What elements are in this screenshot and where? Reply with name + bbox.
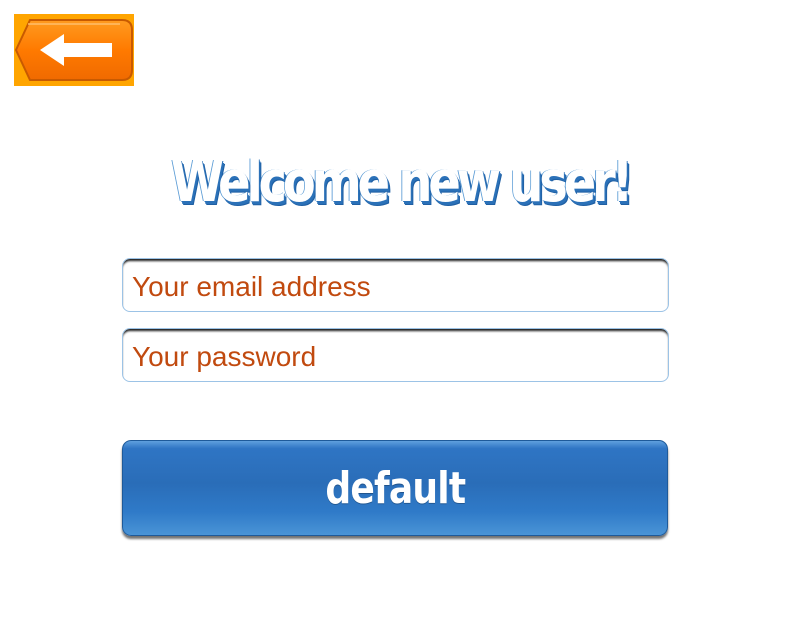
default-button[interactable]: default — [122, 440, 668, 536]
signup-screen: Welcome new user! default — [0, 0, 801, 619]
password-field[interactable] — [122, 328, 669, 382]
password-input[interactable] — [123, 329, 668, 381]
default-button-label: default — [325, 462, 466, 514]
page-title: Welcome new user! — [170, 150, 634, 215]
left-arrow-icon — [14, 19, 133, 81]
back-button[interactable] — [14, 14, 134, 86]
email-field[interactable] — [122, 258, 669, 312]
email-input[interactable] — [123, 259, 668, 311]
